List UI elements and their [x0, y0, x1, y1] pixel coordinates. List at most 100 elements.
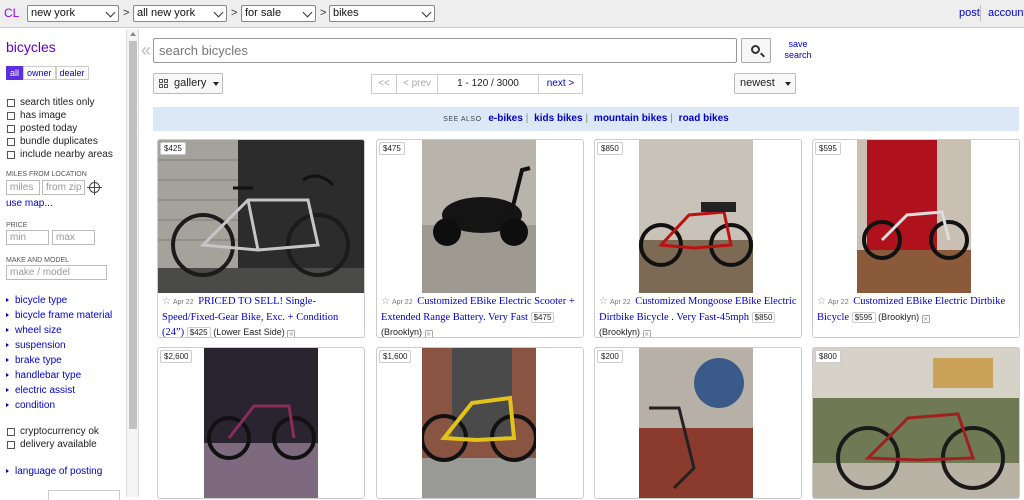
listing-card[interactable]: $595 ☆ Apr 22 Customized EBike Electric D…: [812, 139, 1020, 338]
triangle-right-icon: [6, 388, 9, 392]
listing-info: ☆ Apr 22 PRICED TO SELL! Single-Speed/Fix…: [162, 294, 362, 337]
listing-image[interactable]: $800: [813, 348, 1019, 498]
category-select[interactable]: bikes: [329, 5, 435, 22]
seller-owner[interactable]: owner: [23, 66, 56, 80]
checkbox[interactable]: [7, 150, 15, 159]
bike-photo: [158, 140, 364, 293]
seller-all[interactable]: all: [6, 66, 24, 80]
filter-frame-material[interactable]: bicycle frame material: [6, 310, 112, 321]
favorite-star-icon[interactable]: ☆: [599, 296, 608, 307]
next-page-button[interactable]: next >: [538, 74, 583, 94]
prev-page-button[interactable]: < prev: [396, 74, 438, 94]
seller-dealer[interactable]: dealer: [55, 66, 89, 80]
use-map-link[interactable]: use map...: [6, 198, 53, 209]
hide-listing-icon[interactable]: ×: [921, 315, 930, 323]
filter-brake-type[interactable]: brake type: [6, 355, 62, 366]
filter-bicycle-type[interactable]: bicycle type: [6, 295, 67, 306]
subarea-select-value: all new york: [137, 7, 196, 19]
filter-electric-assist[interactable]: electric assist: [6, 385, 75, 396]
checkbox[interactable]: [7, 111, 15, 120]
search-input[interactable]: search bicycles: [153, 38, 737, 63]
partial-input[interactable]: [48, 490, 120, 500]
filter-wheel-size[interactable]: wheel size: [6, 325, 62, 336]
area-select[interactable]: new york: [27, 5, 119, 22]
section-select[interactable]: for sale: [241, 5, 316, 22]
craigslist-logo[interactable]: CL: [4, 4, 24, 22]
zip-input[interactable]: from zip: [42, 180, 85, 195]
check-posted-today[interactable]: posted today: [7, 122, 77, 135]
price-tag: $425: [160, 142, 186, 155]
listing-card[interactable]: $2,600: [157, 347, 365, 499]
listing-card[interactable]: $1,600: [376, 347, 584, 499]
view-mode-button[interactable]: gallery: [153, 73, 223, 94]
listing-date: Apr 22: [391, 299, 413, 306]
checkbox[interactable]: [7, 124, 15, 133]
filter-handlebar-type[interactable]: handlebar type: [6, 370, 81, 381]
see-also-kids-bikes[interactable]: kids bikes: [534, 113, 582, 124]
listing-card[interactable]: $200: [594, 347, 802, 499]
collapse-sidebar-icon[interactable]: «: [141, 40, 151, 61]
see-also-road-bikes[interactable]: road bikes: [679, 113, 729, 124]
scroll-up-icon[interactable]: [130, 32, 136, 36]
filter-suspension[interactable]: suspension: [6, 340, 66, 351]
check-delivery[interactable]: delivery available: [7, 438, 97, 451]
neighborhood: (Brooklyn): [878, 312, 920, 322]
check-has-image[interactable]: has image: [7, 109, 66, 122]
see-also-mountain-bikes[interactable]: mountain bikes: [594, 113, 667, 124]
sidebar-scrollbar[interactable]: [127, 29, 139, 497]
scroll-thumb[interactable]: [129, 41, 137, 429]
filter-sidebar: bicycles all owner dealer search titles …: [0, 29, 127, 497]
hide-listing-icon[interactable]: ×: [642, 330, 651, 337]
listing-image[interactable]: $850: [595, 140, 801, 293]
locate-target-icon[interactable]: [87, 180, 102, 195]
first-page-button[interactable]: <<: [371, 74, 397, 94]
chevron-down-icon: [213, 7, 224, 18]
listing-image[interactable]: $1,600: [377, 348, 583, 498]
max-price-input[interactable]: max: [52, 230, 95, 245]
account-link[interactable]: account: [988, 7, 1024, 19]
post-link[interactable]: post: [959, 7, 980, 19]
checkbox[interactable]: [7, 427, 15, 436]
listing-image[interactable]: $425: [158, 140, 364, 293]
check-crypto-ok[interactable]: cryptocurrency ok: [7, 425, 99, 438]
hide-listing-icon[interactable]: ×: [287, 330, 296, 337]
checkbox[interactable]: [7, 98, 15, 107]
see-also-ebikes[interactable]: e-bikes: [488, 113, 522, 124]
listing-image[interactable]: $475: [377, 140, 583, 293]
favorite-star-icon[interactable]: ☆: [817, 296, 826, 307]
check-search-titles[interactable]: search titles only: [7, 96, 94, 109]
favorite-star-icon[interactable]: ☆: [381, 296, 390, 307]
listing-image[interactable]: $2,600: [158, 348, 364, 498]
price-tag: $475: [379, 142, 405, 155]
filter-condition[interactable]: condition: [6, 400, 55, 411]
check-nearby-areas[interactable]: include nearby areas: [7, 148, 113, 161]
listing-card[interactable]: $425 ☆ Apr 22 PRICED TO SELL! Single-Spee…: [157, 139, 365, 338]
listing-card[interactable]: $850 ☆ Apr 22 Customized Mongoose EBike E…: [594, 139, 802, 338]
inline-price: $850: [751, 312, 776, 323]
listing-date: Apr 22: [172, 299, 194, 306]
save-search-link[interactable]: save search: [784, 39, 812, 61]
favorite-star-icon[interactable]: ☆: [162, 296, 171, 307]
check-bundle-duplicates[interactable]: bundle duplicates: [7, 135, 98, 148]
search-button[interactable]: [741, 38, 771, 63]
bike-photo: [813, 348, 1019, 498]
sort-select[interactable]: newest: [734, 73, 796, 94]
chevron-down-icon: [105, 7, 116, 18]
make-model-input[interactable]: make / model: [6, 265, 107, 280]
chevron-down-icon: [421, 7, 432, 18]
search-icon: [751, 45, 760, 54]
checkbox[interactable]: [7, 440, 15, 449]
min-price-input[interactable]: min: [6, 230, 49, 245]
listing-info: ☆ Apr 22 Customized EBike Electric Dirtbi…: [817, 294, 1017, 325]
triangle-right-icon: [6, 298, 9, 302]
hide-listing-icon[interactable]: ×: [424, 330, 433, 337]
listing-card[interactable]: $800: [812, 347, 1020, 499]
miles-input[interactable]: miles: [6, 180, 40, 195]
subarea-select[interactable]: all new york: [133, 5, 227, 22]
triangle-right-icon: [6, 328, 9, 332]
listing-card[interactable]: $475 ☆ Apr 22 Customized EBike Electric S…: [376, 139, 584, 338]
filter-language[interactable]: language of posting: [6, 466, 102, 477]
listing-image[interactable]: $200: [595, 348, 801, 498]
checkbox[interactable]: [7, 137, 15, 146]
listing-image[interactable]: $595: [813, 140, 1019, 293]
